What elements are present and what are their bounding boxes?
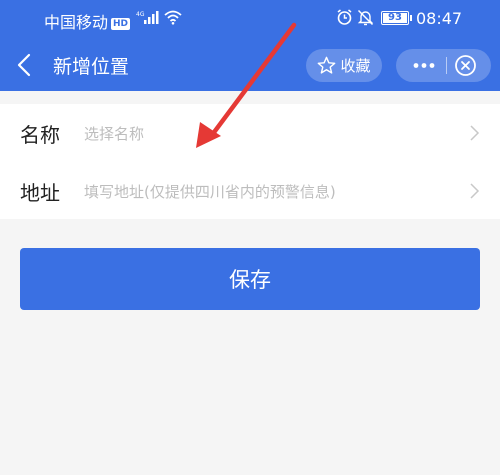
name-row[interactable]: 名称 选择名称: [0, 104, 500, 161]
address-row[interactable]: 地址 填写地址(仅提供四川省内的预警信息): [0, 162, 500, 219]
address-field[interactable]: 填写地址(仅提供四川省内的预警信息): [84, 181, 336, 202]
close-icon[interactable]: [454, 54, 477, 77]
favorite-button[interactable]: 收藏: [306, 49, 382, 82]
star-icon: [318, 56, 336, 74]
mini-program-capsule: [396, 49, 491, 82]
wifi-icon: [164, 10, 182, 25]
address-label: 地址: [20, 181, 60, 205]
chevron-right-icon: [470, 125, 480, 141]
carrier-name: 中国移动: [44, 13, 109, 32]
favorite-label: 收藏: [340, 57, 371, 75]
save-button[interactable]: 保存: [20, 248, 480, 310]
hd-badge: HD: [111, 18, 131, 30]
more-icon[interactable]: [404, 49, 444, 82]
name-select[interactable]: 选择名称: [84, 123, 144, 144]
chevron-right-icon: [470, 183, 480, 199]
battery-level: 93: [388, 12, 402, 23]
signal-icon: 4G: [136, 11, 159, 24]
status-time: 08:47: [416, 9, 463, 28]
back-icon[interactable]: [14, 52, 36, 78]
mute-icon: [357, 9, 374, 26]
battery-icon: 93: [381, 11, 412, 25]
alarm-icon: [337, 9, 352, 25]
carrier: 中国移动 HD: [44, 9, 131, 33]
status-bar: 中国移动 HD 4G 93 08:47: [0, 0, 500, 36]
location-form: 名称 选择名称 地址 填写地址(仅提供四川省内的预警信息): [0, 104, 500, 219]
svg-text:4G: 4G: [136, 11, 145, 18]
battery-cap: [410, 15, 412, 21]
top-bar: 中国移动 HD 4G 93 08:47 新增位置 收藏: [0, 0, 500, 91]
nav-bar: 新增位置 收藏: [0, 40, 500, 90]
name-label: 名称: [20, 123, 60, 147]
page-title: 新增位置: [53, 56, 130, 78]
capsule-divider: [446, 57, 447, 74]
